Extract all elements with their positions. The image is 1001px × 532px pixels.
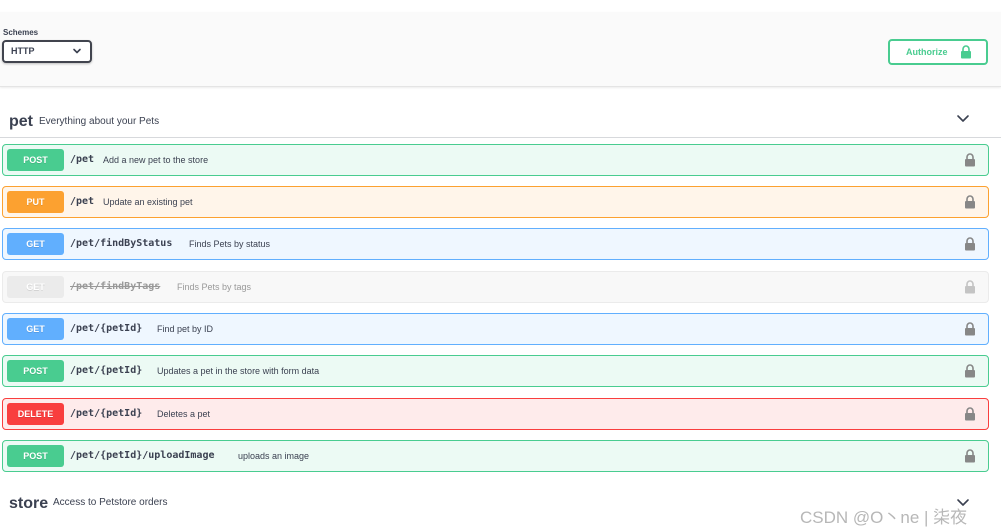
tag-description: Everything about your Pets [39, 116, 160, 127]
lock-icon[interactable] [964, 322, 976, 336]
operation-path: /pet/{petId} [70, 323, 143, 334]
operation-summary: Finds Pets by tags [177, 282, 252, 292]
lock-icon[interactable] [964, 237, 976, 251]
lock-icon[interactable] [964, 407, 976, 421]
operation-path: /pet [70, 154, 95, 165]
method-badge: PUT [7, 191, 64, 213]
operation-path: /pet/{petId}/uploadImage [70, 450, 215, 461]
opblock-put-pet[interactable]: PUT /pet Update an existing pet [2, 186, 989, 218]
operation-summary: Updates a pet in the store with form dat… [157, 366, 320, 376]
watermark: CSDN @O丶ne | 柒夜 [800, 508, 968, 527]
lock-icon[interactable] [964, 195, 976, 209]
lock-icon [961, 45, 971, 59]
tag-header-pet[interactable]: pet Everything about your Pets [0, 100, 1001, 138]
opblock-get-pet-findbytags-deprecated[interactable]: GET /pet/findByTags Finds Pets by tags [2, 271, 989, 303]
scheme-container: Schemes HTTP Authorize [0, 12, 1001, 87]
tag-name: pet [9, 113, 33, 130]
authorize-label: Authorize [906, 47, 948, 57]
chevron-down-icon [73, 48, 81, 54]
opblock-delete-pet-by-id[interactable]: DELETE /pet/{petId} Deletes a pet [2, 398, 989, 430]
opblock-get-pet-findbystatus[interactable]: GET /pet/findByStatus Finds Pets by stat… [2, 228, 989, 260]
operation-path: /pet/findByTags [70, 281, 161, 292]
chevron-down-icon[interactable] [956, 113, 970, 125]
method-badge: POST [7, 445, 64, 467]
method-badge: GET [7, 318, 64, 340]
operation-path: /pet/findByStatus [70, 238, 173, 249]
operation-summary: Deletes a pet [157, 409, 211, 419]
operation-summary: Find pet by ID [157, 324, 214, 334]
operation-path: /pet/{petId} [70, 365, 143, 376]
operation-summary: uploads an image [238, 451, 310, 461]
opblock-get-pet-by-id[interactable]: GET /pet/{petId} Find pet by ID [2, 313, 989, 345]
operation-summary: Update an existing pet [103, 197, 193, 207]
schemes-select[interactable]: HTTP [2, 40, 92, 63]
method-badge: GET [7, 233, 64, 255]
method-badge: POST [7, 360, 64, 382]
authorize-button[interactable]: Authorize [888, 39, 988, 65]
tag-name: store [9, 495, 49, 512]
operation-path: /pet/{petId} [70, 408, 143, 419]
method-badge: DELETE [7, 403, 64, 425]
operation-summary: Add a new pet to the store [103, 155, 209, 165]
lock-icon[interactable] [964, 364, 976, 378]
operation-summary: Finds Pets by status [189, 239, 271, 249]
lock-icon[interactable] [964, 280, 976, 294]
lock-icon[interactable] [964, 153, 976, 167]
lock-icon[interactable] [964, 449, 976, 463]
opblock-post-pet[interactable]: POST /pet Add a new pet to the store [2, 144, 989, 176]
operation-path: /pet [70, 196, 95, 207]
opblock-post-pet-by-id[interactable]: POST /pet/{petId} Updates a pet in the s… [2, 355, 989, 387]
top-strip [0, 0, 1001, 12]
schemes-selected-value: HTTP [11, 46, 35, 56]
tag-description: Access to Petstore orders [53, 497, 168, 508]
opblock-post-pet-upload-image[interactable]: POST /pet/{petId}/uploadImage uploads an… [2, 440, 989, 472]
schemes-label: Schemes [3, 28, 39, 37]
method-badge: GET [7, 276, 64, 298]
method-badge: POST [7, 149, 64, 171]
